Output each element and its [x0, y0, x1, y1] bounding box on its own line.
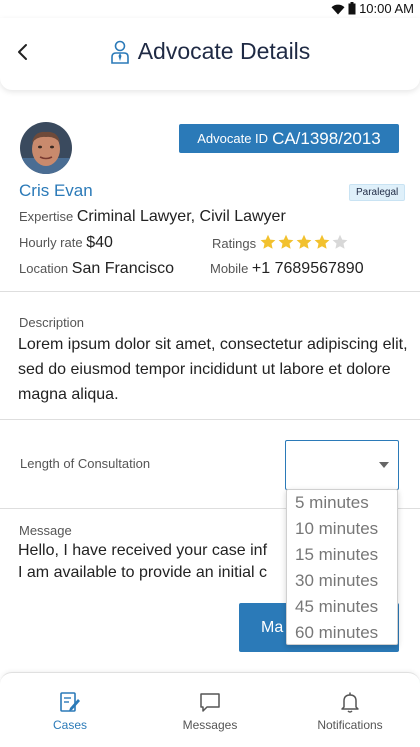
status-bar: 10:00 AM	[0, 0, 420, 18]
bell-icon	[341, 692, 359, 713]
star-icon	[260, 234, 276, 249]
expertise-row: Expertise Criminal Lawyer, Civil Lawyer	[19, 208, 286, 226]
advocate-id-badge[interactable]: Advocate ID CA/1398/2013	[179, 124, 399, 153]
advocate-id-value: CA/1398/2013	[272, 128, 381, 148]
rate-label: Hourly rate	[19, 235, 83, 250]
consultation-label: Length of Consultation	[20, 456, 151, 471]
expertise-label: Expertise	[19, 209, 74, 224]
tab-messages[interactable]: Messages	[140, 673, 280, 747]
dropdown-option[interactable]: 60 minutes	[287, 620, 397, 646]
advocate-name[interactable]: Cris Evan	[19, 181, 93, 201]
bottom-tab-bar: Cases Messages Notifications	[0, 672, 420, 747]
dropdown-option[interactable]: 5 minutes	[287, 490, 397, 516]
page-title: Advocate Details	[137, 38, 311, 64]
advocate-id-label: Advocate ID	[197, 131, 269, 146]
dropdown-option[interactable]: 45 minutes	[287, 594, 397, 620]
cases-icon	[60, 692, 80, 712]
status-icons: 10:00 AM	[331, 1, 414, 16]
location-value: San Francisco	[71, 260, 175, 277]
caret-down-icon	[379, 462, 389, 468]
title-wrap: Advocate Details	[0, 38, 420, 65]
wifi-icon	[331, 4, 345, 14]
mobile-row: Mobile +1 7689567890	[210, 260, 364, 278]
mobile-value[interactable]: +1 7689567890	[252, 260, 364, 277]
description-text: Lorem ipsum dolor sit amet, consectetur …	[18, 336, 408, 403]
tab-cases[interactable]: Cases	[0, 673, 140, 747]
rate-value: $40	[86, 234, 113, 251]
dropdown-option[interactable]: 15 minutes	[287, 542, 397, 568]
tab-messages-label: Messages	[182, 718, 238, 732]
app-header: Advocate Details	[0, 18, 420, 90]
role-badge: Paralegal	[349, 184, 406, 201]
advocate-icon	[110, 40, 129, 64]
ratings-row: Ratings	[212, 234, 348, 251]
star-icon	[278, 234, 294, 249]
consultation-dropdown: 5 minutes 10 minutes 15 minutes 30 minutes 4…	[286, 489, 398, 645]
description-label: Description	[19, 315, 85, 330]
ratings-label: Ratings	[212, 236, 257, 251]
rate-row: Hourly rate $40	[19, 234, 113, 252]
dropdown-option[interactable]: 10 minutes	[287, 516, 397, 542]
location-label: Location	[19, 261, 69, 276]
expertise-value: Criminal Lawyer, Civil Lawyer	[76, 208, 286, 225]
message-label: Message	[19, 523, 72, 538]
consultation-select[interactable]	[285, 440, 399, 490]
messages-icon	[200, 693, 220, 712]
star-icon	[296, 234, 312, 249]
location-row: Location San Francisco	[19, 260, 174, 278]
star-icon	[332, 234, 348, 249]
rating-stars	[260, 234, 348, 250]
advocate-profile: Advocate ID CA/1398/2013 Cris Evan Paral…	[0, 112, 420, 292]
tab-notifications[interactable]: Notifications	[280, 673, 420, 747]
avatar	[20, 122, 72, 174]
dropdown-option[interactable]: 30 minutes	[287, 568, 397, 594]
battery-icon	[348, 2, 356, 15]
status-time: 10:00 AM	[359, 1, 414, 16]
tab-notifications-label: Notifications	[317, 718, 383, 732]
description-section: Description Lorem ipsum dolor sit amet, …	[0, 292, 420, 420]
mobile-label: Mobile	[210, 261, 249, 276]
star-icon	[314, 234, 330, 249]
tab-cases-label: Cases	[52, 718, 87, 732]
